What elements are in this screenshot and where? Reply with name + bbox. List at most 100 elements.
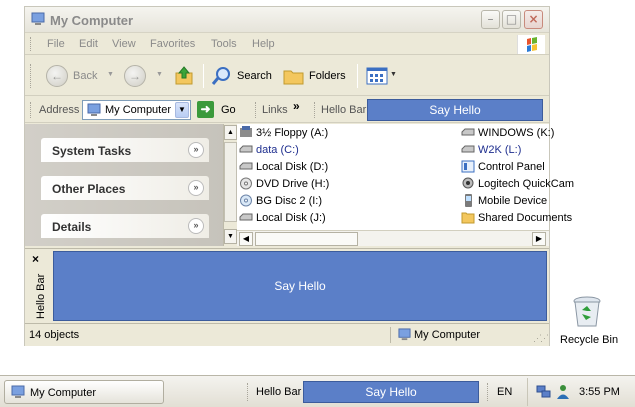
- title-bar[interactable]: My Computer – □ ×: [25, 7, 549, 33]
- my-computer-icon: [31, 12, 45, 25]
- toolbar-grip[interactable]: [30, 64, 33, 88]
- control-panel-icon: [461, 160, 475, 173]
- close-icon: ×: [528, 12, 539, 26]
- details-header[interactable]: Details »: [41, 214, 209, 238]
- recycle-bin[interactable]: Recycle Bin: [558, 296, 620, 348]
- resize-grip-icon[interactable]: ⋰⋰: [533, 333, 549, 344]
- scroll-right-button[interactable]: ▶: [532, 232, 546, 246]
- standard-toolbar: ← Back ▼ → ▼ Search Folders ▼: [25, 56, 549, 96]
- item-label: BG Disc 2 (I:): [256, 195, 323, 207]
- links-chevron-icon[interactable]: »: [293, 99, 300, 113]
- language-indicator[interactable]: EN: [497, 386, 512, 398]
- menu-edit[interactable]: Edit: [79, 38, 98, 50]
- task-pane: System Tasks » Other Places » Details »: [25, 124, 223, 246]
- taskbar: My Computer Hello Bar Say Hello EN 3:55 …: [0, 375, 635, 407]
- say-hello-button[interactable]: Say Hello: [53, 251, 547, 321]
- scroll-up-button[interactable]: ▲: [224, 125, 237, 140]
- my-computer-icon: [398, 328, 411, 341]
- dvd-icon: [240, 177, 252, 190]
- other-places-header[interactable]: Other Places »: [41, 176, 209, 200]
- item-label: 3½ Floppy (A:): [256, 127, 329, 139]
- mobile-icon: [465, 194, 472, 207]
- folder-icon: [461, 212, 475, 224]
- disk-icon: [461, 128, 475, 136]
- search-icon[interactable]: [211, 66, 233, 86]
- disk-icon: [239, 145, 253, 153]
- camera-icon: [462, 177, 474, 189]
- chevron-down-icon[interactable]: »: [188, 218, 204, 234]
- clock[interactable]: 3:55 PM: [579, 386, 620, 398]
- menu-view[interactable]: View: [112, 38, 136, 50]
- network-icon[interactable]: [536, 385, 552, 399]
- links-grip[interactable]: [255, 102, 258, 118]
- address-grip[interactable]: [30, 102, 33, 118]
- vertical-scroll-thumb[interactable]: [224, 142, 237, 222]
- forward-arrow-icon: →: [129, 69, 141, 83]
- my-computer-icon: [87, 103, 101, 116]
- minimize-button[interactable]: –: [481, 10, 500, 29]
- item-label: Logitech QuickCam: [478, 178, 574, 190]
- folders-icon[interactable]: [283, 67, 305, 85]
- horizontal-scroll-thumb[interactable]: [255, 232, 358, 246]
- explorer-window: My Computer – □ × File Edit View Favorit…: [24, 6, 574, 346]
- up-folder-icon[interactable]: [173, 65, 195, 87]
- item-label: WINDOWS (K:): [478, 127, 555, 139]
- back-dropdown-icon[interactable]: ▼: [107, 71, 114, 78]
- horizontal-scrollbar[interactable]: ◀ ▶: [237, 230, 549, 246]
- item-label: Local Disk (J:): [256, 212, 326, 224]
- chevron-down-icon[interactable]: »: [188, 142, 204, 158]
- item-label: Shared Documents: [478, 212, 573, 224]
- maximize-button[interactable]: □: [502, 10, 521, 29]
- menu-file[interactable]: File: [47, 38, 65, 50]
- taskbar-grip[interactable]: [487, 383, 490, 401]
- menu-tools[interactable]: Tools: [211, 38, 237, 50]
- scroll-down-button[interactable]: ▼: [224, 229, 237, 244]
- taskbar-say-hello-button[interactable]: Say Hello: [303, 381, 479, 403]
- search-label[interactable]: Search: [237, 70, 272, 82]
- address-bar: Address My Computer ▼ ➜ Go Links » Hello…: [25, 97, 549, 123]
- go-arrow-icon[interactable]: ➜: [197, 101, 214, 118]
- address-label: Address: [39, 104, 80, 116]
- chevron-down-icon[interactable]: »: [188, 180, 204, 196]
- forward-dropdown-icon[interactable]: ▼: [156, 71, 163, 78]
- folders-label[interactable]: Folders: [309, 70, 346, 82]
- close-button[interactable]: ×: [524, 10, 543, 29]
- cd-icon: [240, 194, 252, 207]
- floppy-icon: [240, 126, 252, 137]
- recycle-bin-icon: [573, 296, 601, 327]
- address-value: My Computer: [105, 104, 172, 116]
- hello-bar-label: Hello Bar: [321, 104, 367, 116]
- address-dropdown-icon[interactable]: ▼: [175, 102, 189, 118]
- close-icon[interactable]: ×: [32, 252, 39, 266]
- status-location: My Computer: [414, 329, 481, 341]
- recycle-bin-label: Recycle Bin: [560, 334, 619, 346]
- menu-favorites[interactable]: Favorites: [150, 38, 195, 50]
- hello-bar-grip[interactable]: [314, 102, 317, 118]
- back-label: Back: [73, 70, 98, 82]
- taskbar-window-button[interactable]: My Computer: [4, 380, 164, 404]
- address-field[interactable]: My Computer ▼: [82, 100, 191, 120]
- system-tasks-header[interactable]: System Tasks »: [41, 138, 209, 162]
- minimize-icon: –: [487, 12, 494, 26]
- menu-bar: File Edit View Favorites Tools Help: [25, 33, 549, 55]
- menu-help[interactable]: Help: [252, 38, 275, 50]
- back-arrow-icon: ←: [51, 69, 63, 83]
- taskbar-grip[interactable]: [247, 383, 250, 401]
- system-tray: 3:55 PM: [527, 378, 635, 406]
- item-label: Mobile Device: [478, 195, 548, 207]
- views-dropdown-icon[interactable]: ▼: [390, 71, 397, 78]
- system-tasks-label: System Tasks: [52, 144, 132, 158]
- views-icon[interactable]: [366, 67, 388, 85]
- back-button[interactable]: ←: [46, 65, 68, 87]
- other-places-label: Other Places: [52, 182, 126, 196]
- menu-grip[interactable]: [30, 37, 33, 51]
- say-hello-button[interactable]: Say Hello: [367, 99, 543, 121]
- status-separator: [390, 327, 391, 343]
- my-computer-icon: [11, 385, 25, 398]
- disk-icon: [461, 145, 475, 153]
- scroll-left-button[interactable]: ◀: [239, 232, 253, 246]
- go-button[interactable]: Go: [221, 104, 236, 116]
- item-label: DVD Drive (H:): [256, 178, 330, 190]
- user-icon[interactable]: [556, 384, 570, 400]
- forward-button[interactable]: →: [124, 65, 146, 87]
